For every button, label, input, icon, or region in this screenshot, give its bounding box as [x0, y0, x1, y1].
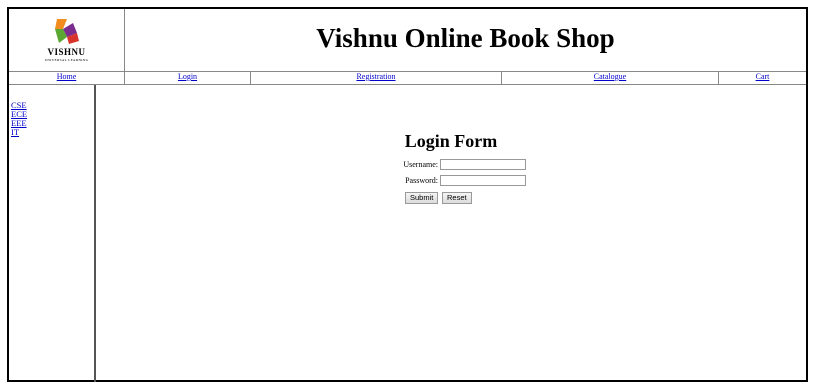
main-content: Login Form Username: Password: Submit Re… [96, 85, 806, 382]
header: VISHNU UNIVERSAL LEARNING Vishnu Online … [9, 9, 806, 72]
password-input[interactable] [440, 175, 526, 186]
sidebar: CSE ECE EEE IT [9, 85, 96, 382]
logo: VISHNU UNIVERSAL LEARNING [9, 9, 125, 71]
reset-button[interactable]: Reset [442, 192, 472, 204]
vishnu-logo-icon [55, 19, 79, 44]
page-frame: VISHNU UNIVERSAL LEARNING Vishnu Online … [7, 7, 808, 382]
nav-catalogue[interactable]: Catalogue [502, 71, 718, 84]
logo-text: VISHNU [47, 47, 86, 57]
nav-bar: Home Login Registration Catalogue Cart [9, 71, 806, 85]
username-input[interactable] [440, 159, 526, 170]
nav-login[interactable]: Login [125, 71, 250, 84]
nav-registration[interactable]: Registration [251, 71, 501, 84]
nav-cart[interactable]: Cart [719, 71, 806, 84]
sidebar-item-it[interactable]: IT [11, 128, 27, 137]
login-form-title: Login Form [404, 131, 498, 151]
sidebar-links: CSE ECE EEE IT [9, 101, 27, 137]
submit-button[interactable]: Submit [405, 192, 439, 204]
logo-subtext: UNIVERSAL LEARNING [44, 58, 89, 62]
username-label: Username: [403, 160, 438, 169]
password-label: Password: [405, 176, 438, 185]
site-title: Vishnu Online Book Shop [316, 23, 615, 53]
nav-home[interactable]: Home [9, 71, 124, 84]
